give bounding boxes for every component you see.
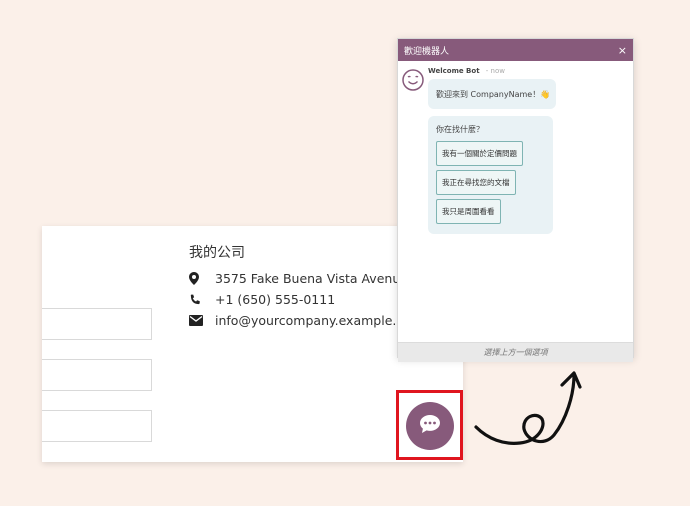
message-time: - now: [485, 67, 505, 75]
welcome-message: 歡迎來到 CompanyName！👋: [436, 89, 551, 99]
question-text: 你在找什麼？: [436, 125, 484, 134]
email-text[interactable]: info@yourcompany.example.com: [215, 313, 423, 328]
close-icon[interactable]: ×: [618, 45, 627, 56]
form-input-3[interactable]: [42, 410, 152, 442]
phone-text: +1 (650) 555-0111: [215, 292, 336, 307]
chat-title: 歡迎機器人: [404, 46, 450, 57]
chat-body[interactable]: Welcome Bot - now 歡迎來到 CompanyName！👋 你在找…: [398, 61, 633, 342]
phone-icon: [189, 294, 215, 306]
bot-name-row: Welcome Bot - now: [428, 67, 505, 75]
bot-name: Welcome Bot: [428, 67, 480, 75]
envelope-icon: [189, 315, 215, 326]
chat-bubble-icon: [419, 414, 441, 438]
chat-footer-hint: 選擇上方一個選項: [398, 342, 633, 362]
question-bubble: 你在找什麼？ 我有一個關於定價問題 我正在尋找您的文檔 我只是周圍看看: [428, 116, 553, 234]
option-documentation-button[interactable]: 我正在尋找您的文檔: [436, 170, 516, 195]
smiley-icon: [402, 69, 424, 91]
map-marker-icon: [189, 272, 215, 285]
chat-header: 歡迎機器人 ×: [398, 39, 633, 61]
hand-drawn-arrow: [474, 371, 582, 445]
option-browsing-button[interactable]: 我只是周圍看看: [436, 199, 501, 224]
option-pricing-button[interactable]: 我有一個關於定價問題: [436, 141, 523, 166]
chat-window: 歡迎機器人 × Welcome Bot - now 歡迎來到 CompanyNa…: [397, 38, 634, 362]
form-input-2[interactable]: [42, 359, 152, 391]
livechat-launcher-button[interactable]: [406, 402, 454, 450]
welcome-message-bubble: 歡迎來到 CompanyName！👋: [428, 79, 556, 109]
address-text: 3575 Fake Buena Vista Avenue: [215, 271, 408, 286]
form-input-1[interactable]: [42, 308, 152, 340]
